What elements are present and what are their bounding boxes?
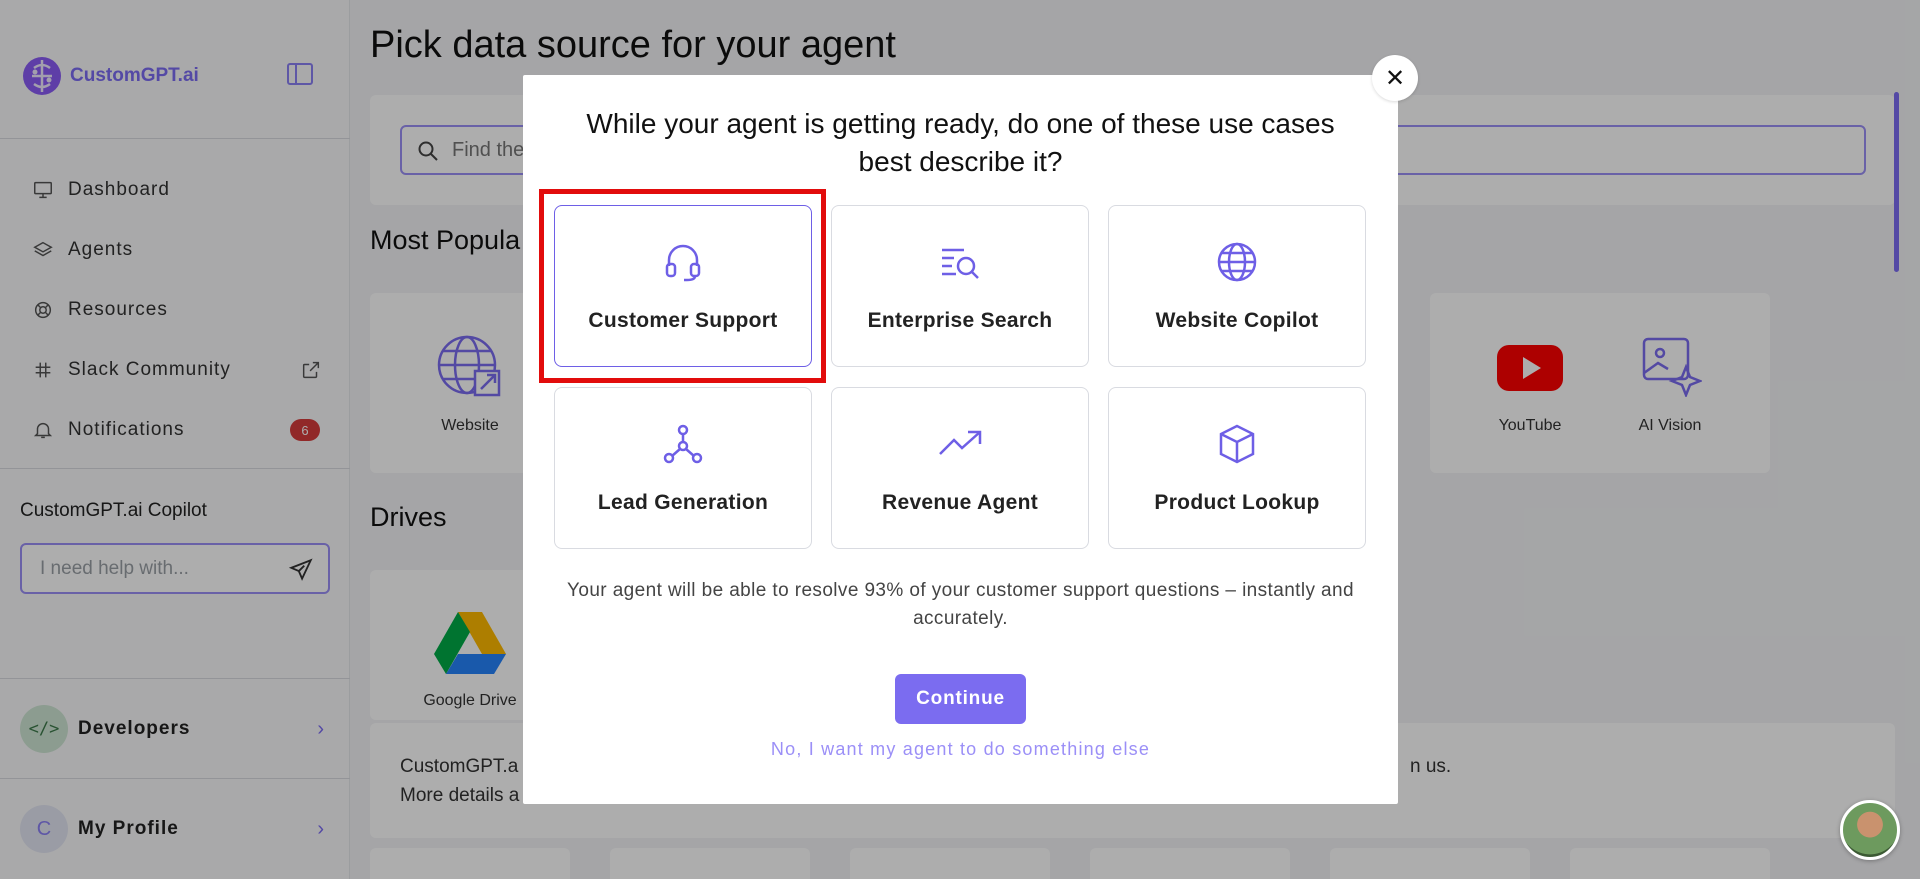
box-icon — [1219, 424, 1255, 464]
use-case-label: Lead Generation — [597, 491, 769, 514]
use-case-enterprise-search[interactable]: Enterprise Search — [831, 205, 1089, 367]
use-case-website-copilot[interactable]: Website Copilot — [1108, 205, 1366, 367]
use-case-label: Product Lookup — [1154, 491, 1320, 514]
use-case-lead-generation[interactable]: Lead Generation — [554, 387, 812, 549]
network-icon — [663, 424, 703, 464]
trending-up-icon — [939, 430, 982, 455]
globe-icon — [1217, 242, 1257, 282]
close-icon[interactable]: ✕ — [1372, 55, 1418, 101]
use-case-product-lookup[interactable]: Product Lookup — [1108, 387, 1366, 549]
use-case-revenue-agent[interactable]: Revenue Agent — [831, 387, 1089, 549]
selection-highlight — [539, 189, 826, 383]
use-case-label: Revenue Agent — [882, 491, 1038, 514]
use-case-label: Website Copilot — [1155, 309, 1319, 332]
use-case-description: Your agent will be able to resolve 93% o… — [567, 580, 1354, 629]
something-else-link[interactable]: No, I want my agent to do something else — [523, 739, 1398, 760]
search-list-icon — [942, 248, 979, 279]
use-case-label: Enterprise Search — [867, 309, 1053, 332]
continue-button[interactable]: Continue — [895, 674, 1026, 724]
modal-title: While your agent is getting ready, do on… — [586, 108, 1335, 177]
support-chat-avatar[interactable] — [1840, 800, 1900, 860]
use-case-modal: While your agent is getting ready, do on… — [523, 75, 1398, 804]
